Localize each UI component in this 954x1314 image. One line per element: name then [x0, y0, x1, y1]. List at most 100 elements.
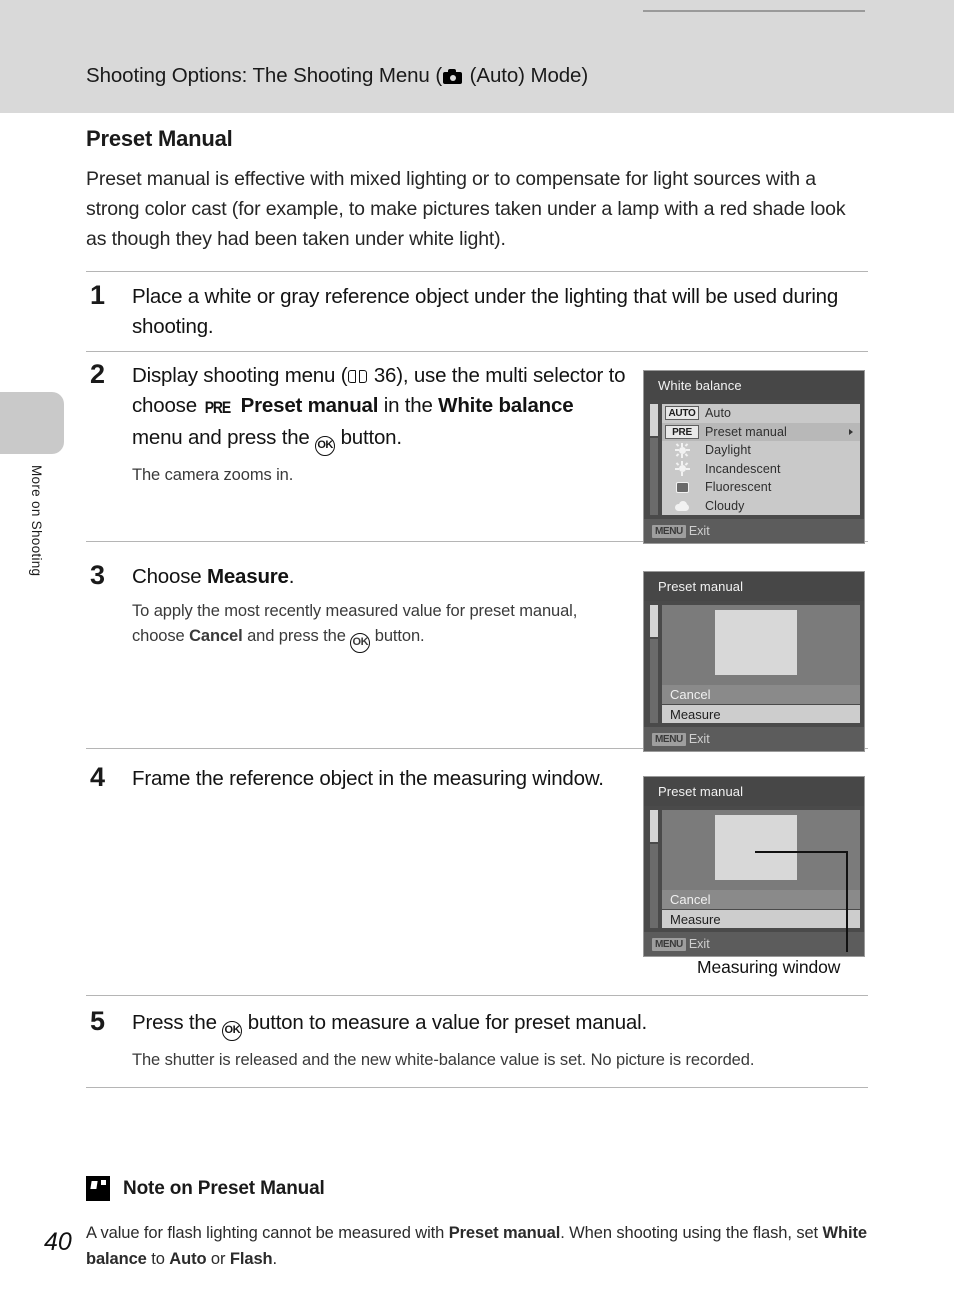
- ok-button-icon: OK: [350, 633, 371, 653]
- lcd-pm4-footer: MENU Exit: [644, 932, 864, 956]
- callout-line-vertical: [846, 851, 848, 952]
- step-3-part1: Choose: [132, 565, 207, 588]
- pm3-measure-label: Measure: [670, 706, 721, 722]
- step-2-page-ref: 36: [373, 364, 397, 387]
- checkmark-box-icon: [86, 1176, 110, 1201]
- pm4-viewfinder: [662, 810, 860, 890]
- bulb-icon: [665, 461, 699, 477]
- note-part4: or: [206, 1250, 230, 1268]
- battery-icon: [840, 379, 851, 392]
- step-5-text: Press the OK button to measure a value f…: [132, 1008, 868, 1041]
- step-5-subtext: The shutter is released and the new whit…: [132, 1051, 755, 1069]
- note-bold1: Preset manual: [448, 1224, 561, 1242]
- divider-step-5-end: [86, 1087, 868, 1088]
- lcd-pm4-scrollbar[interactable]: [650, 810, 658, 928]
- camera-icon: [443, 69, 463, 84]
- wb-option-preset-manual[interactable]: PRE Preset manual: [662, 422, 860, 441]
- lcd-wb-scrollbar[interactable]: [650, 404, 658, 515]
- step-3-text: Choose Measure.: [132, 562, 628, 592]
- step-2-bold1: Preset manual: [240, 394, 379, 417]
- step-3-subtext: To apply the most recently measured valu…: [132, 599, 628, 653]
- cloud-icon: [665, 500, 699, 511]
- step-3-sub-part2: and press the: [242, 627, 351, 645]
- book-icon: [348, 370, 368, 384]
- header-title-after: (Auto) Mode): [464, 64, 589, 87]
- lcd-pm4-title-text: Preset manual: [658, 784, 744, 799]
- lcd-pm4-body: Cancel Measure: [644, 806, 864, 932]
- step-4-number: 4: [90, 762, 106, 792]
- exit-label: Exit: [688, 524, 710, 538]
- lcd-preset-manual-step3: Preset manual Cancel Measure MENU Exit: [643, 571, 865, 752]
- step-5-number: 5: [90, 1006, 106, 1036]
- step-5-part2: button to measure a value for preset man…: [242, 1011, 647, 1034]
- lcd-pm3-body: Cancel Measure: [644, 601, 864, 727]
- wb-option-incandescent[interactable]: Incandescent: [662, 459, 860, 478]
- wb-option-label: Daylight: [705, 443, 751, 458]
- step-3-number: 3: [90, 560, 106, 590]
- wb-option-label: Fluorescent: [705, 480, 772, 495]
- wb-option-label: Cloudy: [705, 498, 745, 513]
- step-2-part1: Display shooting menu (: [132, 364, 348, 387]
- step-2-part5: button.: [335, 426, 403, 449]
- step-3-part2: .: [288, 565, 295, 588]
- ok-button-icon: OK: [315, 436, 336, 456]
- note-bold4: Flash: [229, 1250, 273, 1268]
- sun-icon: [665, 442, 699, 458]
- wb-option-fluorescent[interactable]: Fluorescent: [662, 478, 860, 497]
- lcd-pm3-scrollbar[interactable]: [650, 605, 658, 723]
- note-bold3: Auto: [169, 1250, 207, 1268]
- intro-paragraph: Preset manual is effective with mixed li…: [86, 168, 846, 250]
- page-number: 40: [44, 1228, 72, 1256]
- exit-label: Exit: [688, 732, 710, 746]
- step-5-part1: Press the: [132, 1011, 223, 1034]
- divider-step-5: [86, 995, 868, 996]
- note-part1: A value for flash lighting cannot be mea…: [86, 1224, 449, 1242]
- lcd-pm4-title: Preset manual: [644, 777, 864, 806]
- pm4-measure-label: Measure: [670, 911, 721, 927]
- step-3-sub-bold: Cancel: [189, 627, 243, 645]
- sidebar-chapter-label: More on Shooting: [29, 465, 44, 577]
- wb-option-label: Auto: [705, 406, 732, 421]
- divider-step-1: [86, 271, 868, 272]
- wb-option-daylight[interactable]: Daylight: [662, 441, 860, 460]
- step-2-bold2: White balance: [438, 394, 574, 417]
- step-4-text: Frame the reference object in the measur…: [132, 767, 604, 790]
- wb-option-label: Preset manual: [705, 424, 787, 439]
- pm4-cancel-option[interactable]: Cancel: [662, 890, 860, 909]
- divider-step-2: [86, 351, 868, 352]
- lcd-wb-title: White balance: [644, 371, 864, 400]
- note-part3: to: [146, 1250, 170, 1268]
- pm3-measuring-window: [715, 610, 797, 675]
- tube-icon: [665, 481, 699, 493]
- lcd-wb-footer: MENU Exit: [644, 519, 864, 543]
- chevron-right-icon: [849, 428, 853, 435]
- pm4-measure-option[interactable]: Measure: [662, 909, 860, 928]
- lcd-wb-title-text: White balance: [658, 378, 742, 393]
- lcd-pm3-footer: MENU Exit: [644, 727, 864, 751]
- lcd-white-balance: White balance AUTO Auto PRE Preset manua…: [643, 370, 865, 544]
- pm4-cancel-label: Cancel: [670, 892, 711, 907]
- menu-badge: MENU: [652, 524, 686, 538]
- auto-badge: AUTO: [665, 406, 699, 421]
- wb-option-label: Incandescent: [705, 461, 781, 476]
- wb-option-cloudy[interactable]: Cloudy: [662, 496, 860, 515]
- step-1-text: Place a white or gray reference object u…: [132, 285, 839, 338]
- step-2-number: 2: [90, 359, 106, 389]
- step-3-sub-part3: button.: [370, 627, 425, 645]
- pm3-cancel-label: Cancel: [670, 687, 711, 702]
- note-part2: . When shooting using the flash, set: [560, 1224, 823, 1242]
- header-title-before: Shooting Options: The Shooting Menu (: [86, 64, 443, 87]
- wb-option-auto[interactable]: AUTO Auto: [662, 404, 860, 423]
- step-2-subtext: The camera zooms in.: [132, 466, 294, 484]
- pre-badge: PRE: [665, 424, 699, 439]
- page-header-title: Shooting Options: The Shooting Menu ( (A…: [86, 64, 588, 88]
- note-title: Note on Preset Manual: [123, 1178, 325, 1199]
- lcd-wb-body: AUTO Auto PRE Preset manual Daylight Inc…: [644, 400, 864, 519]
- lcd-white-balance-menu: [643, 10, 865, 12]
- step-2-text: Display shooting menu ( 36), use the mul…: [132, 361, 628, 456]
- pm3-cancel-option[interactable]: Cancel: [662, 685, 860, 704]
- pm3-measure-option[interactable]: Measure: [662, 704, 860, 723]
- ok-button-icon: OK: [222, 1021, 243, 1041]
- callout-label-measuring-window: Measuring window: [697, 957, 841, 977]
- pm3-viewfinder: [662, 605, 860, 685]
